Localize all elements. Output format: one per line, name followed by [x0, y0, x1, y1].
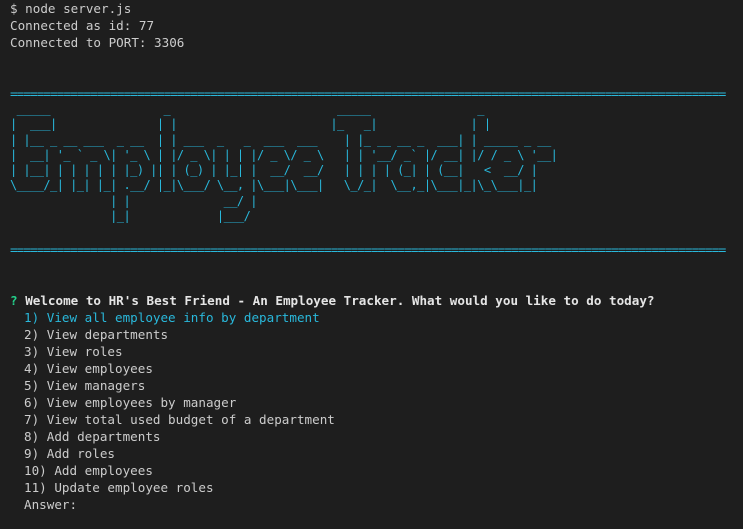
choice-list: 1) View all employee info by department … — [10, 309, 740, 496]
choice-item-view-employees[interactable]: 4) View employees — [24, 360, 740, 377]
choice-item-view-departments[interactable]: 2) View departments — [24, 326, 740, 343]
choice-item-add-departments[interactable]: 8) Add departments — [24, 428, 740, 445]
banner-rule-bottom: ========================================… — [10, 242, 726, 258]
text-cursor — [77, 496, 78, 509]
answer-input-line[interactable]: Answer: — [10, 496, 740, 513]
choice-item-view-managers[interactable]: 5) View managers — [24, 377, 740, 394]
terminal-output[interactable]: $ node server.js Connected as id: 77 Con… — [10, 0, 740, 513]
command-line: $ node server.js — [10, 1, 132, 16]
choice-item-view-employees-by-manager[interactable]: 6) View employees by manager — [24, 394, 740, 411]
choice-item-view-total-budget[interactable]: 7) View total used budget of a departmen… — [24, 411, 740, 428]
choice-item-add-employees[interactable]: 10) Add employees — [24, 462, 740, 479]
banner-ascii-art: _____ _ _____ _ | ___| | | |_ _| | | | |… — [10, 102, 558, 224]
banner-rule-top: ========================================… — [10, 86, 726, 101]
status-line-id: Connected as id: 77 — [10, 18, 155, 33]
prompt-question: Welcome to HR's Best Friend - An Employe… — [25, 293, 655, 309]
answer-label: Answer: — [24, 497, 78, 513]
status-line-port: Connected to PORT: 3306 — [10, 35, 185, 50]
choice-item-add-roles[interactable]: 9) Add roles — [24, 445, 740, 462]
choice-item-update-employee-roles[interactable]: 11) Update employee roles — [24, 479, 740, 496]
choice-item-view-all-employee-info[interactable]: 1) View all employee info by department — [24, 309, 740, 326]
choice-item-view-roles[interactable]: 3) View roles — [24, 343, 740, 360]
prompt-marker: ? — [10, 293, 18, 309]
prompt-question-line: ? Welcome to HR's Best Friend - An Emplo… — [10, 292, 740, 309]
